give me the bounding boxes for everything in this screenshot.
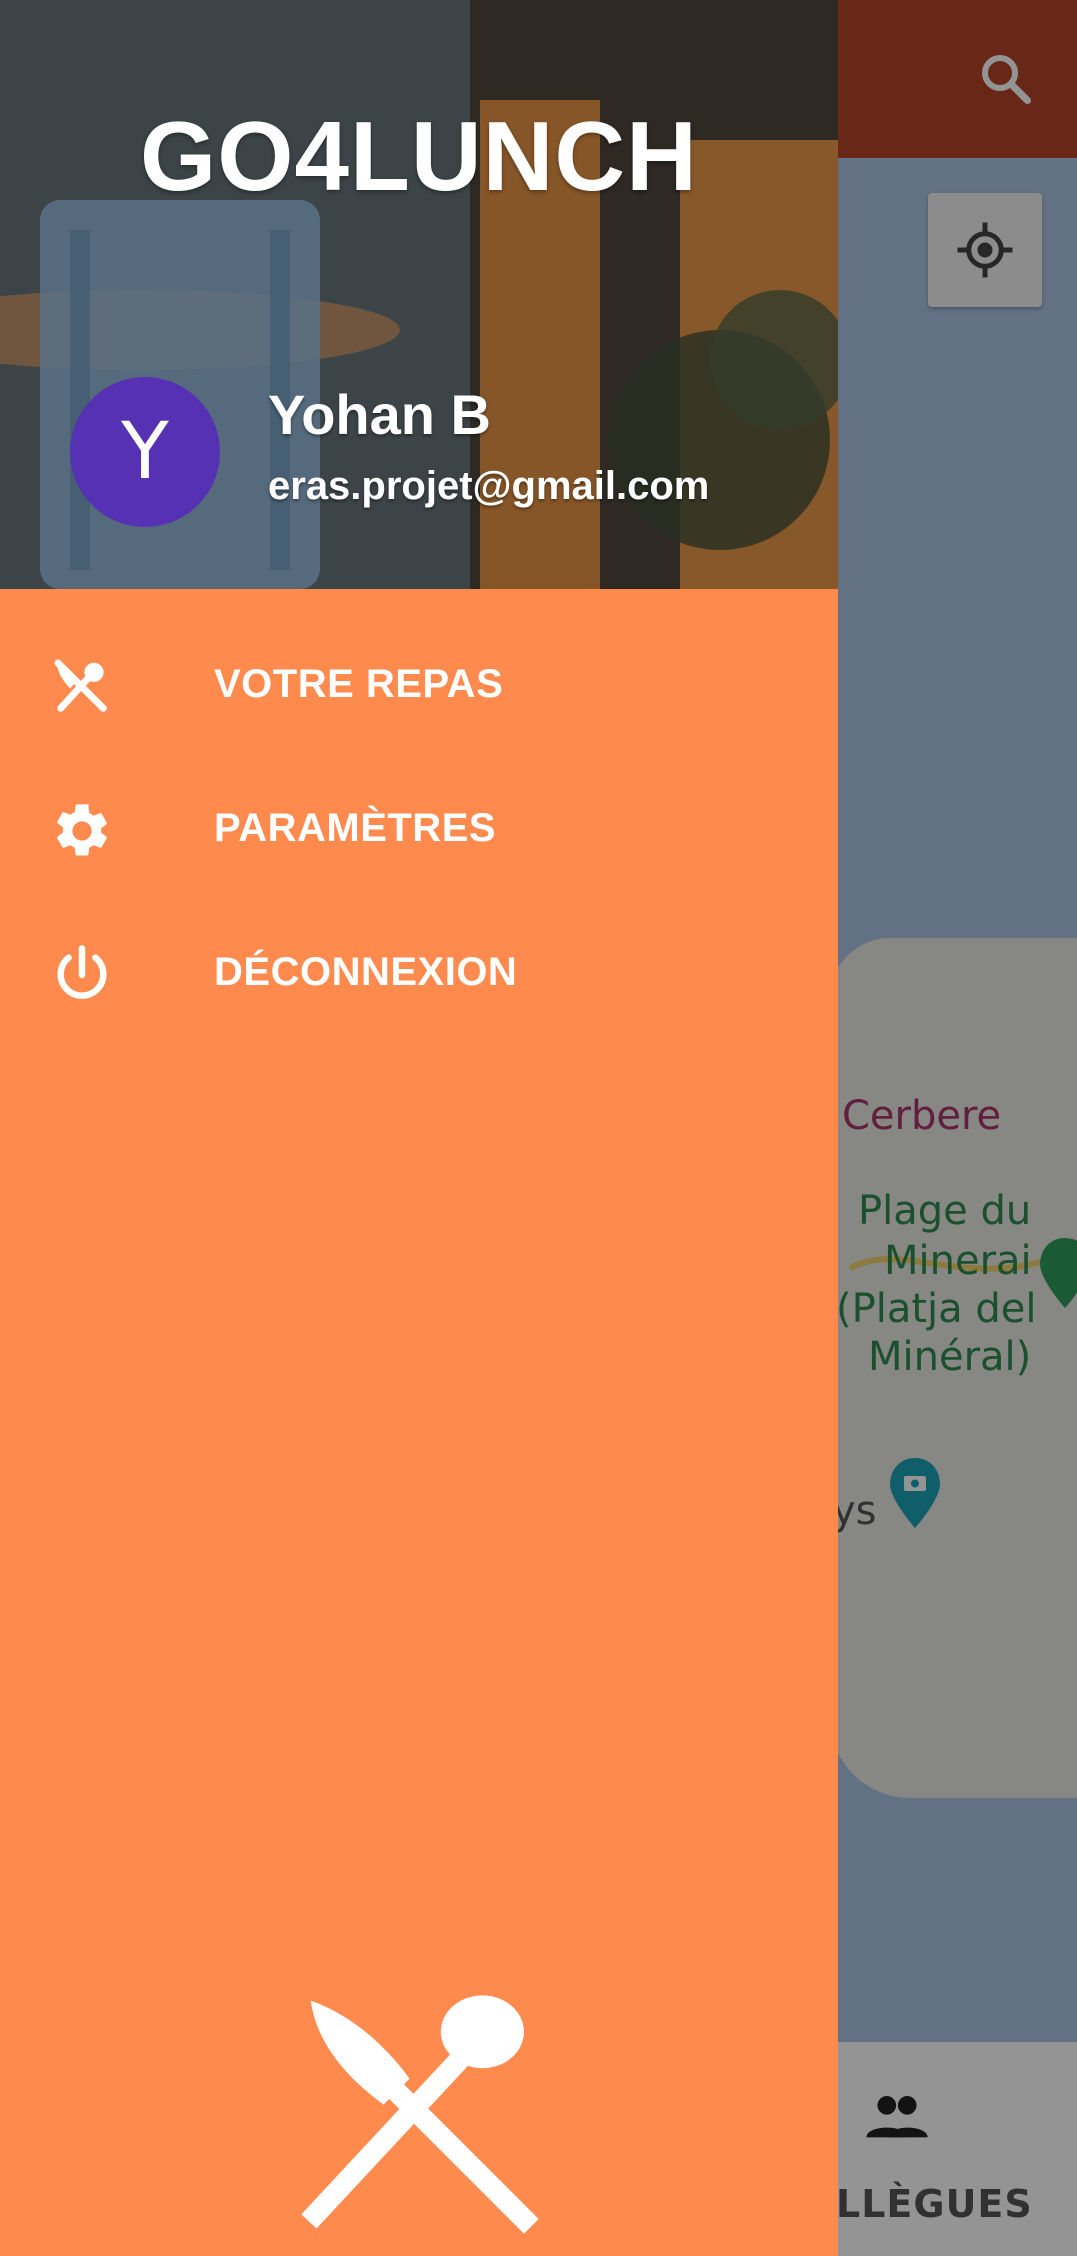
settings-gear-icon xyxy=(57,804,107,856)
user-name: Yohan B xyxy=(268,383,491,446)
power-icon xyxy=(57,945,107,999)
fork-knife-icon xyxy=(54,659,107,712)
navigation-drawer: GO4LUNCH Y Yohan B eras.projet@gmail.com… xyxy=(0,0,838,2256)
fork-spoon-logo-icon xyxy=(301,1995,539,2234)
drawer-header: GO4LUNCH Y Yohan B eras.projet@gmail.com xyxy=(0,0,838,589)
user-email: eras.projet@gmail.com xyxy=(268,464,710,508)
menu-item-parametres[interactable]: PARAMÈTRES xyxy=(0,764,838,894)
menu-item-votre-repas[interactable]: VOTRE REPAS xyxy=(0,620,838,750)
menu-item-deconnexion[interactable]: DÉCONNEXION xyxy=(0,908,838,1038)
avatar[interactable]: Y xyxy=(70,377,220,527)
menu-label-parametres: PARAMÈTRES xyxy=(214,806,497,850)
menu-label-deconnexion: DÉCONNEXION xyxy=(214,950,518,994)
app-title: GO4LUNCH xyxy=(140,101,698,211)
menu-label-votre-repas: VOTRE REPAS xyxy=(214,662,504,706)
